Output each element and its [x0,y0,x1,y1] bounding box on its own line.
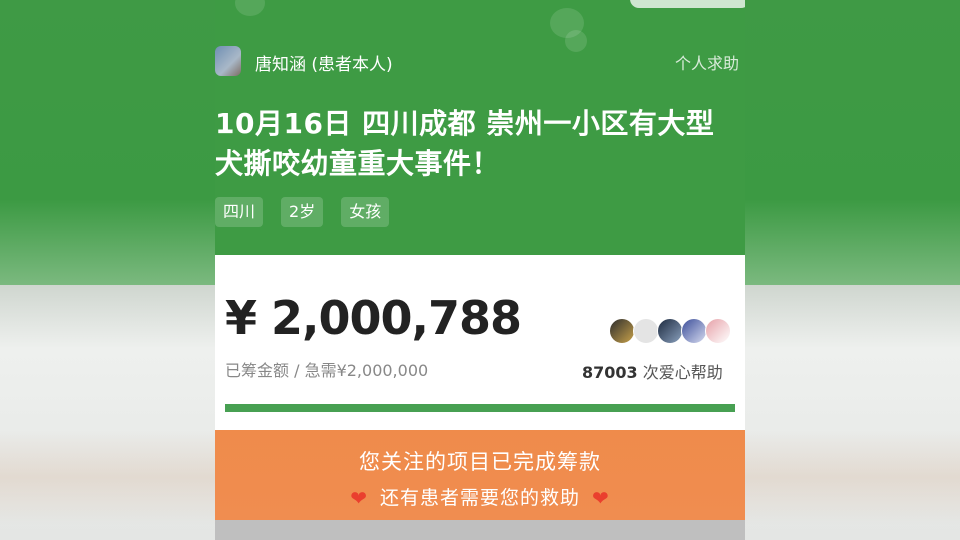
decorative-blob [235,0,265,16]
tag-location: 四川 [215,197,264,227]
supporter-avatar[interactable] [609,318,635,344]
progress-bar-fill [225,404,735,412]
tag-gender: 女孩 [341,197,390,227]
bottom-strip [215,520,745,540]
raised-amount: ¥ 2,000,788 [225,291,522,345]
fundraising-card: ¥ 2,000,788 已筹金额 / 急需¥2,000,000 87003 次爱… [215,255,745,430]
completed-banner[interactable]: 您关注的项目已完成筹款 ❤ 还有患者需要您的救助 ❤ [215,430,745,520]
campaign-title-line: 10月16日 四川成都 崇州一小区有大型 [215,107,715,140]
banner-subtitle: ❤ 还有患者需要您的救助 ❤ [215,483,745,510]
supporter-avatar[interactable] [657,318,683,344]
help-count-number: 87003 [582,363,638,382]
banner-subtitle-text: 还有患者需要您的救助 [379,487,580,509]
campaign-header: 唐知涵 (患者本人) 个人求助 10月16日 四川成都 崇州一小区有大型 犬撕咬… [215,0,745,255]
raised-target-label: 已筹金额 / 急需¥2,000,000 [225,361,429,380]
banner-title: 您关注的项目已完成筹款 [359,450,601,474]
progress-bar [225,404,735,412]
tag-list: 四川 2岁 女孩 [215,197,390,227]
decorative-blob [565,30,587,52]
help-count-suffix: 次爱心帮助 [637,363,723,382]
help-count: 87003 次爱心帮助 [582,359,723,383]
campaign-type-label: 个人求助 [675,54,740,73]
campaign-title: 10月16日 四川成都 崇州一小区有大型 犬撕咬幼童重大事件！ [215,104,745,184]
campaign-title-line: 犬撕咬幼童重大事件！ [215,147,501,180]
supporter-avatars[interactable] [609,318,731,344]
supporter-avatar[interactable] [681,318,707,344]
tag-age: 2岁 [281,197,324,227]
heart-icon: ❤ [350,486,368,510]
phone-screen: 唐知涵 (患者本人) 个人求助 10月16日 四川成都 崇州一小区有大型 犬撕咬… [215,0,745,540]
author-name[interactable]: 唐知涵 (患者本人) [255,50,393,75]
avatar[interactable] [215,46,241,76]
top-button-partial[interactable] [630,0,745,8]
supporter-avatar[interactable] [705,318,731,344]
heart-icon: ❤ [592,486,610,510]
supporter-avatar[interactable] [633,318,659,344]
